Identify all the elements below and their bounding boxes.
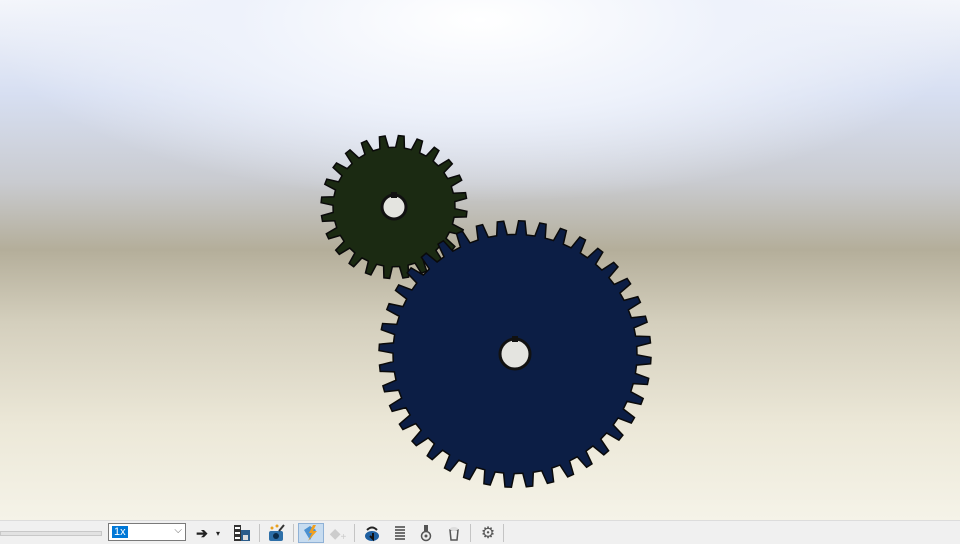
add-key-icon[interactable]: ◆ +: [328, 523, 348, 543]
playback-speed-select[interactable]: 1x ⌵: [108, 523, 186, 541]
autokey-icon[interactable]: [298, 523, 324, 543]
small-gear-keyway: [391, 192, 397, 198]
small-gear-bore: [380, 193, 408, 221]
motion-study-properties-icon[interactable]: ⚙: [478, 523, 498, 543]
large-gear-keyway: [512, 336, 518, 342]
gravity-icon[interactable]: [444, 523, 464, 543]
save-animation-icon[interactable]: [232, 523, 252, 543]
playback-mode-arrow-icon[interactable]: ➔: [192, 523, 212, 543]
motion-study-toolbar: 1x ⌵ ➔ ▾ ◆ + ⚙: [0, 520, 960, 544]
chevron-down-icon: ⌵: [174, 525, 182, 536]
playback-speed-value: 1x: [112, 526, 128, 538]
motor-icon[interactable]: [362, 523, 382, 543]
large-gear-bore: [498, 337, 532, 371]
contact-icon[interactable]: [416, 523, 436, 543]
playback-mode-dropdown-icon[interactable]: ▾: [212, 523, 224, 543]
spring-icon[interactable]: [390, 523, 410, 543]
graphics-viewport[interactable]: [0, 0, 960, 520]
timeline-slider[interactable]: [0, 531, 102, 536]
gear-assembly[interactable]: [0, 0, 960, 520]
animation-wizard-icon[interactable]: [266, 523, 286, 543]
